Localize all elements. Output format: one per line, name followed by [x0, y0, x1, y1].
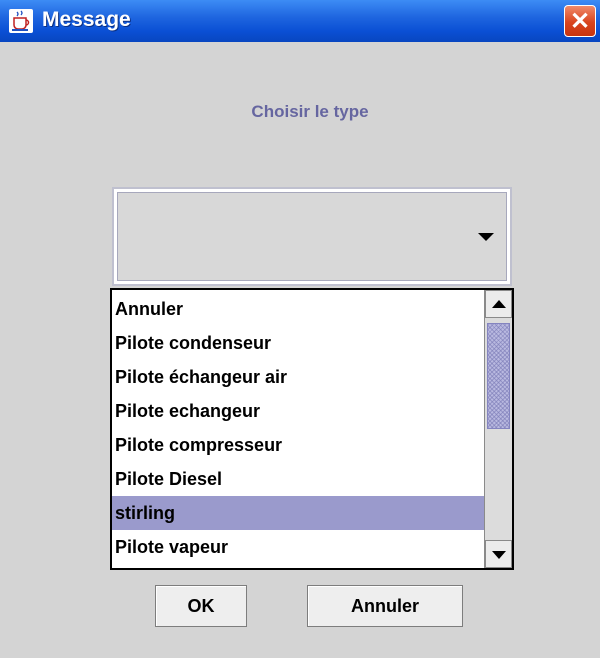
title-bar[interactable]: Message ✕ [0, 0, 600, 42]
list-item[interactable]: Annuler [112, 292, 484, 326]
cancel-button[interactable]: Annuler [307, 585, 463, 627]
vertical-scrollbar[interactable] [484, 290, 512, 568]
list-item[interactable]: Pilote condenseur [112, 326, 484, 360]
ok-button[interactable]: OK [155, 585, 247, 627]
triangle-down-icon[interactable] [478, 233, 494, 241]
list-item[interactable]: Pilote vapeur [112, 530, 484, 564]
close-icon: ✕ [569, 7, 591, 35]
list-item[interactable]: Pilote echangeur [112, 394, 484, 428]
list-item[interactable]: Pilote Diesel [112, 462, 484, 496]
window-title: Message [42, 8, 131, 31]
arrow-down-icon [492, 551, 506, 559]
type-dropdown-list[interactable]: Annuler Pilote condenseur Pilote échangeur… [110, 288, 514, 570]
close-button[interactable]: ✕ [564, 5, 596, 37]
list-item[interactable]: Pilote compresseur [112, 428, 484, 462]
scroll-up-button[interactable] [485, 290, 512, 318]
list-item[interactable]: stirling [112, 496, 484, 530]
type-combobox[interactable] [112, 187, 512, 286]
scroll-down-button[interactable] [485, 540, 512, 568]
list-item[interactable]: Pilote échangeur air [112, 360, 484, 394]
prompt-label: Choisir le type [251, 102, 369, 121]
java-cup-icon [9, 9, 33, 33]
arrow-up-icon [492, 300, 506, 308]
list-items: Annuler Pilote condenseur Pilote échangeur… [112, 292, 484, 564]
scrollbar-thumb[interactable] [487, 323, 510, 429]
